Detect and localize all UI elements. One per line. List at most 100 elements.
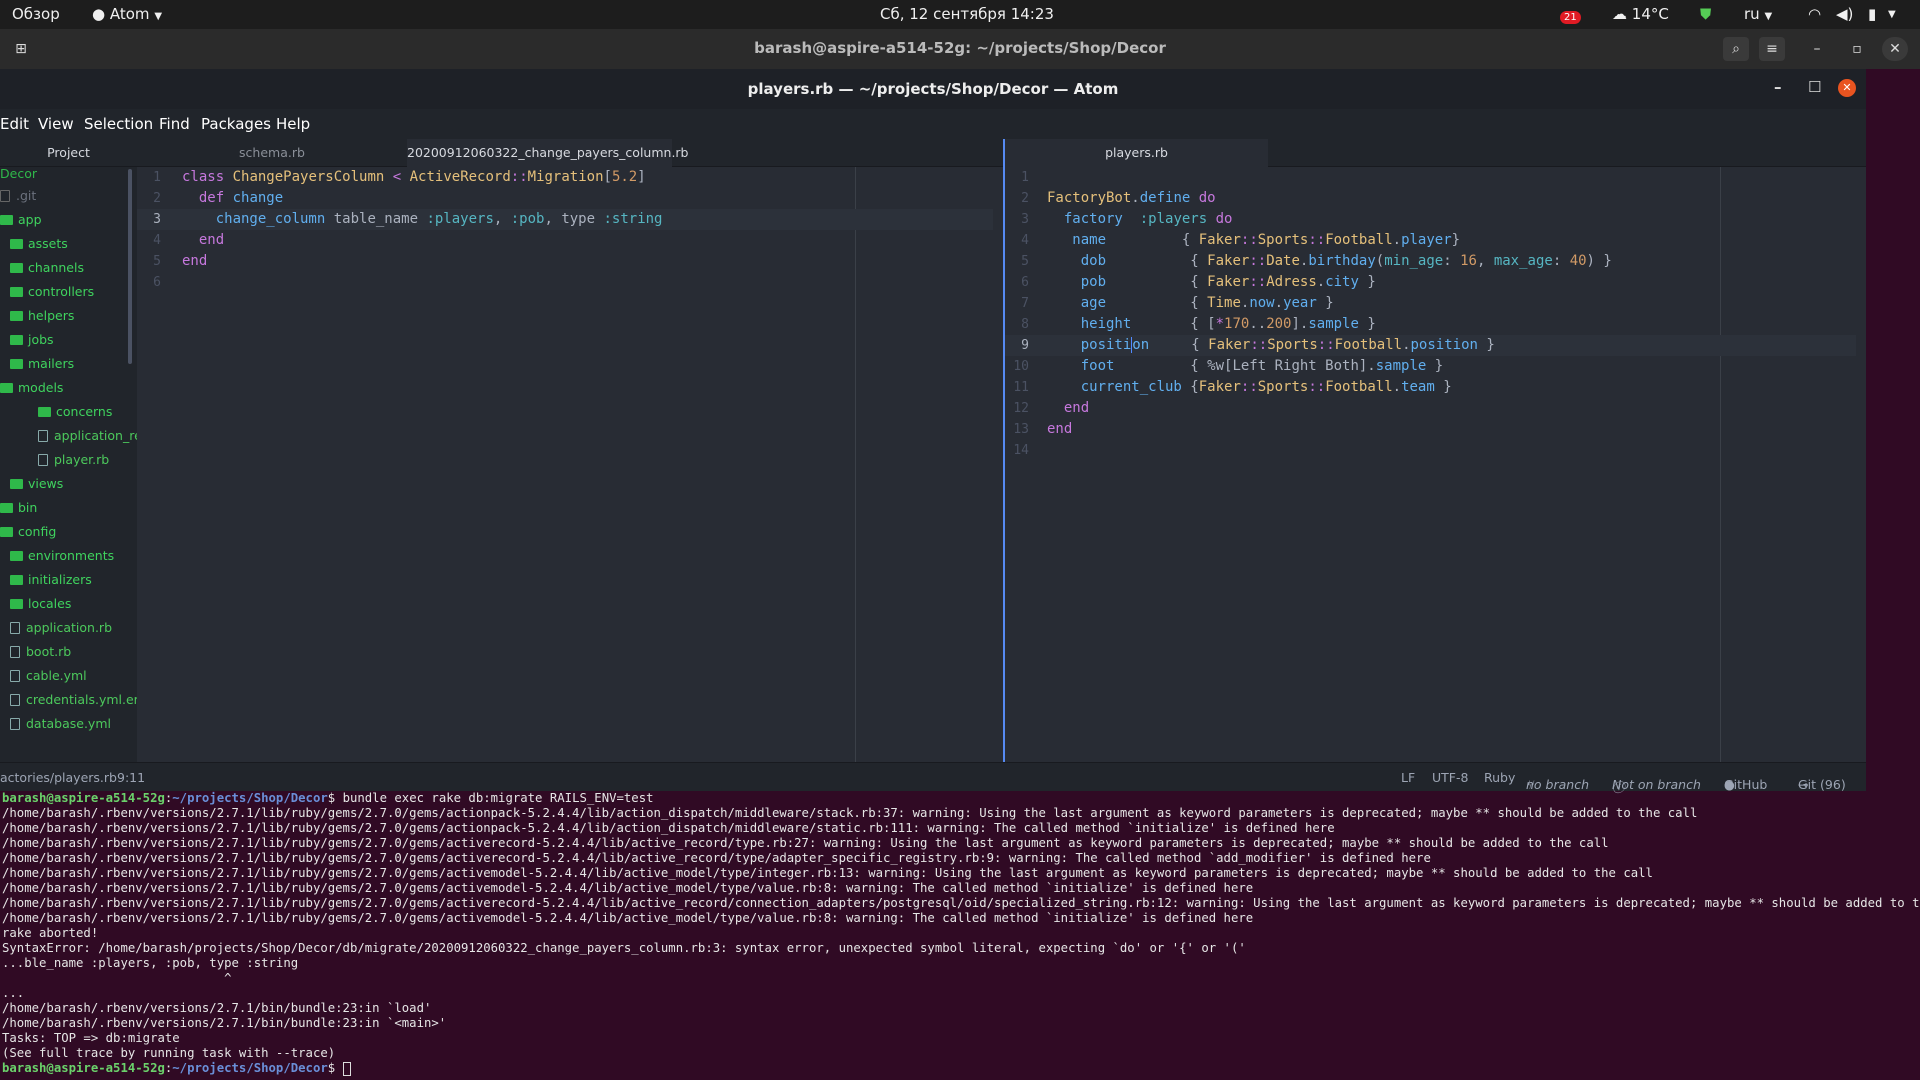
tree-item-label: concerns (56, 404, 113, 419)
file-icon (38, 453, 48, 466)
search-icon[interactable]: ⌕ (1723, 37, 1749, 61)
status-file-path[interactable]: actories/players.rb (0, 770, 117, 785)
menu-edit[interactable]: Edit (0, 115, 29, 133)
tree-item-label: views (28, 476, 64, 491)
wifi-icon[interactable]: ◠ (1808, 5, 1821, 23)
tree-item[interactable]: boot.rb (10, 641, 71, 663)
tree-item[interactable]: helpers (10, 305, 74, 327)
tree-item[interactable]: jobs (10, 329, 54, 351)
tree-item[interactable]: .git (0, 185, 36, 207)
menu-find[interactable]: Find (159, 115, 190, 133)
status-line-ending[interactable]: LF (1401, 770, 1415, 785)
tree-item[interactable]: player.rb (38, 449, 109, 471)
tree-item-label: bin (18, 500, 38, 515)
tree-item[interactable]: app (0, 209, 42, 231)
clock[interactable]: Сб, 12 сентября 14:23 (880, 5, 1054, 23)
code-line: pob { Faker::Adress.city } (1080, 274, 1376, 290)
chevron-down-icon: ▼ (154, 11, 163, 22)
tree-item[interactable]: environments (10, 545, 114, 567)
tree-item[interactable]: application_re (38, 425, 137, 447)
tree-item[interactable]: config (0, 521, 56, 543)
tree-item[interactable]: controllers (10, 281, 94, 303)
prompt-dollar: $ (327, 1061, 343, 1075)
tree-item[interactable]: channels (10, 257, 84, 279)
tree-item[interactable]: bin (0, 497, 37, 519)
tab-players[interactable]: players.rb (1005, 139, 1268, 167)
tree-item-label: controllers (28, 284, 95, 299)
tree-item-label: initializers (28, 572, 92, 587)
menu-view[interactable]: View (38, 115, 74, 133)
prompt-user: barash@aspire-a514-52g (2, 791, 165, 805)
line-number: 3 (153, 212, 161, 227)
terminal-output[interactable]: barash@aspire-a514-52g:~/projects/Shop/D… (0, 791, 1920, 1080)
tree-item-label: database.yml (26, 716, 111, 731)
tab-schema[interactable]: schema.rb (137, 139, 407, 167)
tree-item[interactable]: mailers (10, 353, 74, 375)
tree-item[interactable]: application.rb (10, 617, 112, 639)
players-editor[interactable]: 1 2 3 4 5 6 7 8 9 10 11 12 13 14 FactoryBot.define do… (1005, 167, 1866, 762)
tree-item-label: app (18, 212, 42, 227)
code-line: class ChangePayersColumn < ActiveRecord:… (182, 169, 646, 185)
folder-icon (10, 238, 23, 249)
app-menu[interactable]: ● Atom ▼ (92, 5, 162, 23)
volume-icon[interactable]: ◀) (1836, 5, 1853, 23)
terminal-line: rake aborted! (2, 926, 99, 940)
chevron-down-icon[interactable]: ▼ (1888, 9, 1896, 20)
battery-icon[interactable]: ▮ (1868, 5, 1876, 23)
tree-item[interactable]: credentials.yml.er (10, 689, 137, 711)
tree-item-label: config (18, 524, 57, 539)
terminal-line: /home/barash/.rbenv/versions/2.7.1/lib/r… (2, 881, 1254, 895)
tree-item[interactable]: initializers (10, 569, 92, 591)
weather-indicator[interactable]: ☁ 14°C (1612, 5, 1669, 23)
status-encoding[interactable]: UTF-8 (1432, 770, 1468, 785)
file-icon (38, 429, 48, 442)
tree-item[interactable]: views (10, 473, 63, 495)
line-number: 12 (1013, 401, 1029, 416)
migration-editor[interactable]: 1 2 3 4 5 6 class ChangePayersColumn < Active… (137, 167, 1003, 762)
tree-item[interactable]: models (0, 377, 63, 399)
prompt-user: barash@aspire-a514-52g (2, 1061, 165, 1075)
minimize-icon[interactable]: – (1804, 37, 1830, 61)
status-not-on-branch-label: Not on branch (1612, 777, 1701, 792)
tree-item-label: boot.rb (26, 644, 72, 659)
app-menu-label: Atom (109, 5, 150, 23)
terminal-line: /home/barash/.rbenv/versions/2.7.1/lib/r… (2, 911, 1254, 925)
close-icon[interactable]: ✕ (1882, 37, 1908, 61)
tree-item[interactable]: assets (10, 233, 68, 255)
tree-scrollbar[interactable] (128, 169, 132, 364)
folder-icon (0, 214, 13, 225)
minimize-icon[interactable]: – (1774, 78, 1782, 96)
status-grammar[interactable]: Ruby (1484, 770, 1515, 785)
atom-window: players.rb — ~/projects/Shop/Decor — Ato… (0, 69, 1866, 795)
notification-badge[interactable]: 21 (1560, 6, 1581, 24)
tree-item-label: models (18, 380, 64, 395)
maximize-icon[interactable]: ☐ (1808, 78, 1821, 96)
folder-icon (10, 334, 23, 345)
tree-root[interactable]: Decor (0, 163, 37, 185)
line-number: 4 (153, 233, 161, 248)
tree-item-label: .git (16, 188, 37, 203)
tree-item-label: application_re (54, 428, 137, 443)
maximize-icon[interactable]: ▫ (1844, 37, 1870, 61)
menu-help[interactable]: Help (276, 115, 310, 133)
activities-button[interactable]: Обзор (12, 5, 60, 23)
status-cursor-position[interactable]: 9:11 (117, 770, 145, 785)
tree-item[interactable]: locales (10, 593, 71, 615)
tree-item-label: mailers (28, 356, 75, 371)
atom-title-bar: players.rb — ~/projects/Shop/Decor — Ato… (0, 69, 1866, 109)
terminal-line: /home/barash/.rbenv/versions/2.7.1/lib/r… (2, 806, 1698, 820)
shield-icon[interactable]: ⛊ (1700, 5, 1711, 23)
menu-packages[interactable]: Packages (201, 115, 271, 133)
code-line: def change (198, 190, 284, 206)
close-icon[interactable]: ✕ (1838, 79, 1856, 97)
tree-item[interactable]: concerns (38, 401, 112, 423)
code-line: FactoryBot.define do (1047, 190, 1216, 206)
tree-item[interactable]: cable.yml (10, 665, 87, 687)
keyboard-layout[interactable]: ru ▼ (1744, 5, 1772, 23)
hamburger-menu-icon[interactable]: ≡ (1759, 37, 1785, 61)
status-bar: actories/players.rb 9:11 LF UTF-8 Ruby ⑂… (0, 762, 1866, 795)
folder-icon (0, 502, 13, 513)
tree-item[interactable]: database.yml (10, 713, 111, 735)
menu-selection[interactable]: Selection (84, 115, 153, 133)
tab-migration[interactable]: 20200912060322_change_payers_column.rb (407, 139, 689, 167)
